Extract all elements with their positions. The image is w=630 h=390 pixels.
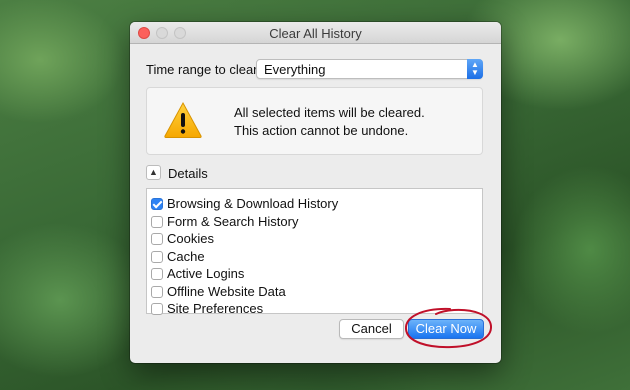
list-item[interactable]: Cookies: [151, 230, 471, 248]
item-label: Cookies: [167, 231, 214, 246]
warning-box: All selected items will be cleared. This…: [146, 87, 483, 155]
checkbox[interactable]: [151, 268, 163, 280]
checkbox[interactable]: [151, 303, 163, 315]
time-range-value: Everything: [264, 62, 326, 77]
list-item[interactable]: Site Preferences: [151, 300, 471, 318]
checkbox[interactable]: [151, 251, 163, 263]
clear-now-button[interactable]: Clear Now: [408, 319, 484, 339]
list-item[interactable]: Browsing & Download History: [151, 195, 471, 213]
chevron-up-icon: ▲: [149, 167, 158, 177]
warning-line-2: This action cannot be undone.: [234, 123, 409, 138]
details-label: Details: [168, 166, 208, 181]
checkbox[interactable]: [151, 286, 163, 298]
item-label: Offline Website Data: [167, 284, 286, 299]
checkbox[interactable]: [151, 216, 163, 228]
time-range-select[interactable]: Everything ▲ ▼: [256, 59, 483, 79]
list-item[interactable]: Offline Website Data: [151, 283, 471, 301]
checkbox[interactable]: [151, 233, 163, 245]
warning-line-1: All selected items will be cleared.: [234, 105, 425, 120]
item-label: Site Preferences: [167, 301, 264, 316]
time-range-label: Time range to clear:: [146, 62, 262, 77]
item-label: Active Logins: [167, 266, 245, 281]
cancel-button[interactable]: Cancel: [339, 319, 404, 339]
list-item[interactable]: Cache: [151, 248, 471, 266]
item-label: Form & Search History: [167, 214, 299, 229]
item-label: Cache: [167, 249, 205, 264]
title-bar: Clear All History: [130, 22, 501, 44]
item-label: Browsing & Download History: [167, 196, 339, 211]
list-item[interactable]: Active Logins: [151, 265, 471, 283]
warning-triangle-icon: [164, 101, 202, 138]
details-collapse-button[interactable]: ▲: [146, 165, 161, 180]
history-items-list: Browsing & Download History Form & Searc…: [146, 188, 483, 316]
checkbox-checked[interactable]: [151, 198, 163, 210]
list-item[interactable]: Form & Search History: [151, 213, 471, 231]
clear-history-dialog: Clear All History Time range to clear: E…: [130, 22, 501, 363]
updown-chevron-icon: ▲ ▼: [467, 59, 483, 79]
dialog-title: Clear All History: [269, 26, 362, 41]
